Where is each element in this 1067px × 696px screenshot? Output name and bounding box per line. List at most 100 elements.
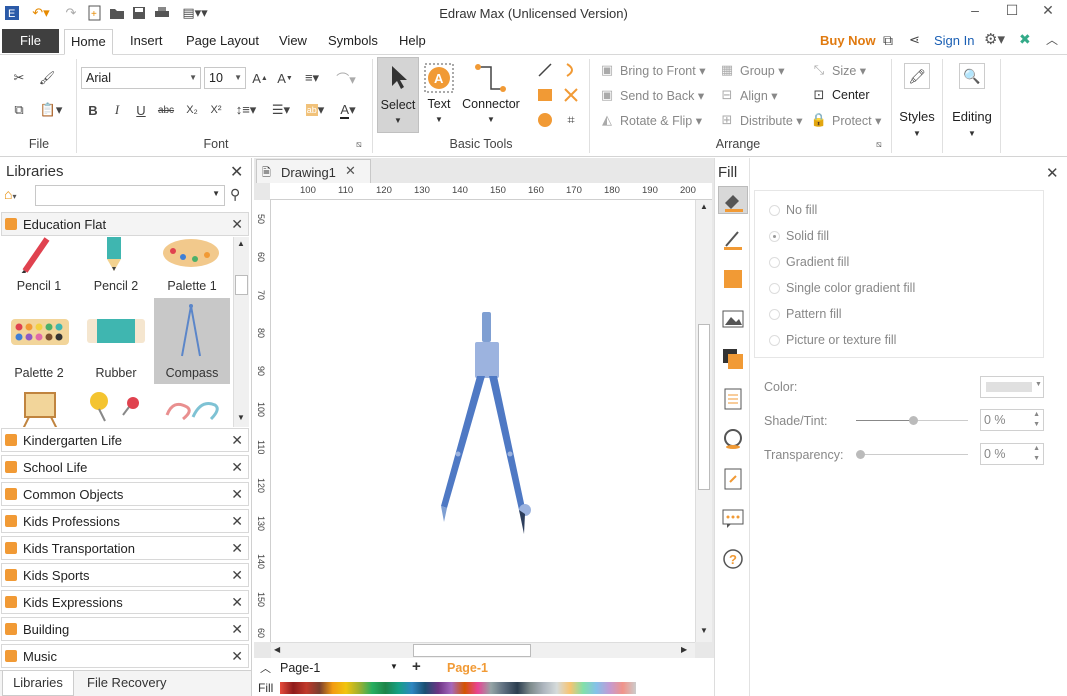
palette-2-shape[interactable]	[11, 319, 69, 345]
library-kids-sports[interactable]: Kids Sports ✕	[1, 563, 249, 587]
push-pins-shape[interactable]	[85, 391, 145, 427]
shrink-font-icon[interactable]: A ▼	[276, 69, 294, 87]
sign-in-link[interactable]: Sign In	[934, 33, 974, 48]
close-window-button[interactable]: ✕	[1033, 2, 1063, 22]
close-library-icon[interactable]: ✕	[231, 432, 243, 449]
tab-help[interactable]: Help	[393, 29, 432, 55]
gradient-fill-radio[interactable]	[769, 257, 780, 268]
close-library-icon[interactable]: ✕	[231, 648, 243, 665]
font-dialog-launcher-icon[interactable]: ⧅	[356, 139, 362, 150]
arrange-dialog-launcher-icon[interactable]: ⧅	[876, 139, 882, 150]
pencil-2-shape[interactable]	[103, 237, 125, 273]
easel-shape[interactable]	[19, 389, 61, 427]
format-painter-icon[interactable]: 🖌	[38, 69, 56, 87]
help-tab-icon[interactable]: ?	[722, 548, 744, 570]
attachment-tab-icon[interactable]	[722, 468, 744, 490]
horizontal-scrollbar[interactable]: ◀ ▶	[271, 642, 695, 658]
close-library-icon[interactable]: ✕	[231, 216, 243, 233]
tab-view[interactable]: View	[273, 29, 313, 55]
pattern-fill-radio[interactable]	[769, 309, 780, 320]
share-icon[interactable]: ⋖	[909, 32, 920, 48]
picture-fill-radio[interactable]	[769, 335, 780, 346]
underline-icon[interactable]: U	[132, 101, 150, 119]
color-palette[interactable]	[280, 682, 636, 694]
page-tab[interactable]: Page-1	[447, 661, 488, 675]
copy-icon[interactable]: ⧉	[10, 101, 28, 119]
page-select[interactable]: Page-1 ▼	[280, 661, 398, 676]
paste-icon[interactable]: 📋▾	[36, 101, 66, 119]
home-icon[interactable]: ⌂▾	[4, 186, 16, 202]
plugin-icon[interactable]: ✖	[1019, 31, 1031, 48]
no-fill-radio[interactable]	[769, 205, 780, 216]
library-building[interactable]: Building ✕	[1, 617, 249, 641]
tab-symbols[interactable]: Symbols	[322, 29, 384, 55]
comment-tab-icon[interactable]	[722, 508, 744, 530]
shade-tint-slider[interactable]	[856, 416, 968, 425]
subscript-icon[interactable]: X₂	[183, 101, 201, 119]
close-document-icon[interactable]: ✕	[345, 163, 356, 179]
single-color-gradient-radio[interactable]	[769, 283, 780, 294]
text-tool-button[interactable]: A Text ▼	[421, 57, 457, 133]
library-education-flat[interactable]: Education Flat ✕	[1, 212, 249, 236]
document-tab[interactable]: 🗎 Drawing1 ✕	[256, 159, 371, 183]
close-fill-panel-icon[interactable]: ✕	[1046, 164, 1059, 182]
align-button[interactable]: Align ▾	[740, 88, 778, 103]
styles-button[interactable]: 🖍 Styles ▼	[895, 59, 939, 149]
line-icon[interactable]	[536, 61, 554, 79]
close-library-icon[interactable]: ✕	[231, 594, 243, 611]
line-spacing-icon[interactable]: ↕≡▾	[232, 101, 260, 119]
close-libraries-icon[interactable]: ✕	[230, 162, 243, 182]
document-properties-icon[interactable]	[722, 388, 744, 410]
tab-libraries[interactable]: Libraries	[2, 671, 74, 696]
globe-icon[interactable]	[722, 428, 744, 450]
screen-icon[interactable]: ⧉	[883, 32, 893, 49]
cross-icon[interactable]	[562, 86, 580, 104]
transparency-slider[interactable]	[856, 450, 968, 459]
editing-button[interactable]: 🔍 Editing ▼	[946, 59, 998, 149]
add-page-icon[interactable]: +	[412, 658, 421, 675]
font-name-combo[interactable]: Arial ▼	[81, 67, 201, 89]
search-icon[interactable]: ⚲	[230, 186, 240, 203]
send-to-back-button[interactable]: Send to Back ▾	[620, 88, 704, 103]
transparency-spinner[interactable]: 0 % ▲ ▼	[980, 443, 1044, 465]
fill-tab-icon[interactable]	[718, 186, 748, 214]
close-library-icon[interactable]: ✕	[231, 486, 243, 503]
shadow-tab-icon[interactable]	[722, 268, 744, 290]
library-kindergarten-life[interactable]: Kindergarten Life ✕	[1, 428, 249, 452]
text-path-icon[interactable]: ⌒▾	[334, 69, 358, 87]
tab-file-recovery[interactable]: File Recovery	[87, 675, 166, 690]
bold-icon[interactable]: B	[84, 101, 102, 119]
gear-icon[interactable]: ⚙▾	[984, 30, 1005, 48]
select-tool-button[interactable]: Select ▼	[377, 57, 419, 133]
bring-to-front-button[interactable]: Bring to Front ▾	[620, 63, 705, 78]
compass-drawing[interactable]	[431, 310, 541, 540]
highlight-icon[interactable]: ab ▾	[302, 101, 328, 119]
bullets-icon[interactable]: ☰▾	[268, 101, 294, 119]
buy-now-link[interactable]: Buy Now	[820, 33, 876, 48]
paper-clips-shape[interactable]	[163, 395, 223, 425]
minimize-button[interactable]: –	[960, 2, 990, 22]
library-kids-transportation[interactable]: Kids Transportation ✕	[1, 536, 249, 560]
library-common-objects[interactable]: Common Objects ✕	[1, 482, 249, 506]
maximize-button[interactable]: ☐	[997, 2, 1027, 22]
collapse-ribbon-icon[interactable]: ︿	[1046, 31, 1058, 48]
library-search-input[interactable]: ▼	[35, 185, 225, 206]
tab-page-layout[interactable]: Page Layout	[180, 29, 265, 55]
italic-icon[interactable]: I	[108, 101, 126, 119]
file-menu-tab[interactable]: File	[2, 29, 59, 53]
collapse-up-icon[interactable]: ︿	[260, 660, 271, 676]
layers-tab-icon[interactable]	[722, 348, 744, 370]
close-library-icon[interactable]: ✕	[231, 567, 243, 584]
distribute-button[interactable]: Distribute ▾	[740, 113, 803, 128]
font-size-combo[interactable]: 10 ▼	[204, 67, 246, 89]
paragraph-align-icon[interactable]: ≡▾	[300, 69, 324, 87]
font-color-icon[interactable]: A ▾	[336, 101, 360, 119]
vertical-scrollbar[interactable]: ▲ ▼	[695, 200, 712, 642]
group-button[interactable]: Group ▾	[740, 63, 785, 78]
shade-tint-spinner[interactable]: 0 % ▲ ▼	[980, 409, 1044, 431]
ellipse-icon[interactable]	[536, 111, 554, 129]
center-button[interactable]: Center	[832, 88, 870, 102]
library-kids-expressions[interactable]: Kids Expressions ✕	[1, 590, 249, 614]
rotate-flip-button[interactable]: Rotate & Flip ▾	[620, 113, 702, 128]
color-picker[interactable]: ▼	[980, 376, 1044, 398]
